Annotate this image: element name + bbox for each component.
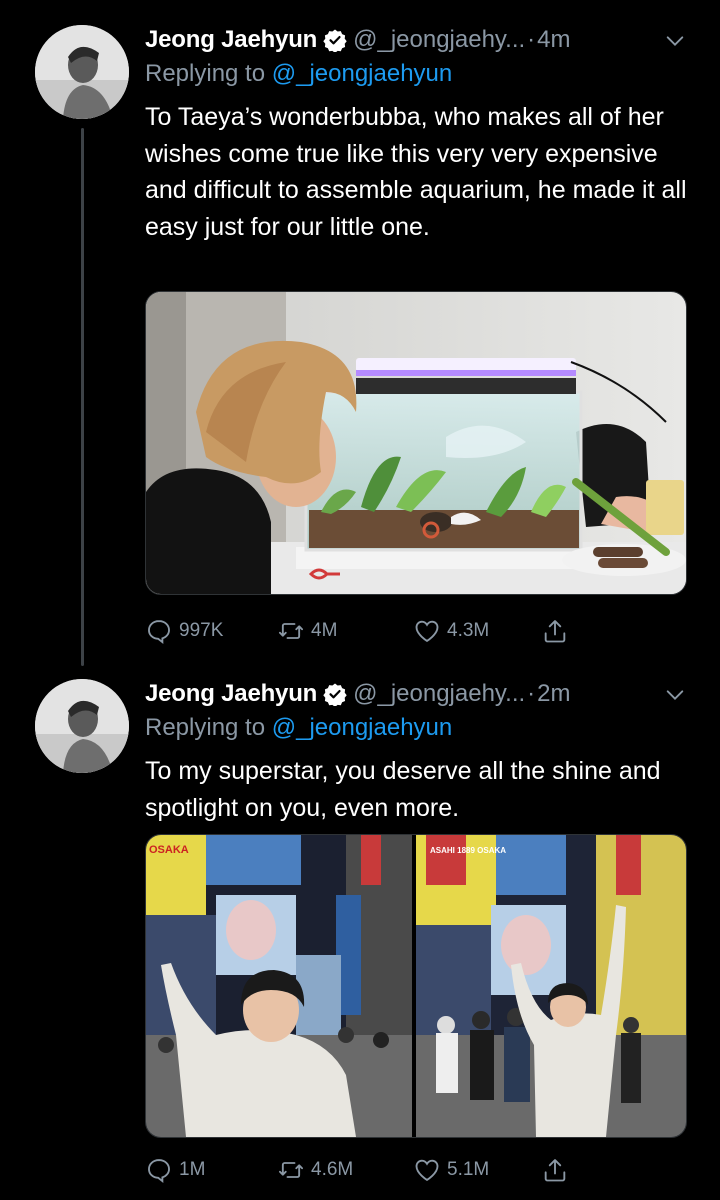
avatar[interactable] (35, 679, 129, 773)
tweet-actions: 1M 4.6M 5.1M (145, 1152, 685, 1188)
reply-icon (148, 1159, 170, 1183)
replying-to-label: Replying to (145, 714, 266, 741)
tweet-header: Jeong Jaehyun @_jeongjaehy... · 2m (145, 676, 690, 712)
display-name[interactable]: Jeong Jaehyun (145, 26, 317, 54)
sign-asahi: ASAHI 1889 OSAKA (430, 846, 506, 855)
mention-link[interactable]: @_jeongjaehyun (272, 714, 453, 741)
reply-count: 1M (179, 1159, 206, 1180)
retweet-icon (278, 1162, 304, 1178)
share-button[interactable] (541, 1152, 575, 1188)
share-button[interactable] (541, 613, 575, 649)
chevron-down-icon[interactable] (664, 30, 686, 52)
retweet-button[interactable]: 4M (277, 613, 337, 649)
like-count: 5.1M (447, 1159, 490, 1180)
display-name[interactable]: Jeong Jaehyun (145, 680, 317, 708)
mention-link[interactable]: @_jeongjaehyun (272, 60, 453, 87)
reply-button[interactable]: 997K (145, 613, 223, 649)
like-button[interactable]: 4.3M (413, 613, 489, 649)
avatar-photo (35, 25, 129, 119)
photo-osaka-right[interactable]: ASAHI 1889 OSAKA (416, 835, 686, 1137)
photo-aquarium (146, 292, 686, 594)
verified-icon (323, 29, 347, 52)
replying-to-label: Replying to (145, 60, 266, 87)
replying-to: Replying to @_jeongjaehyun (145, 714, 452, 742)
like-count: 4.3M (447, 620, 490, 641)
tweet-actions: 997K 4M 4.3M (145, 613, 685, 649)
retweet-count: 4.6M (311, 1159, 354, 1180)
avatar-photo (35, 679, 129, 773)
reply-button[interactable]: 1M (145, 1152, 205, 1188)
like-icon (415, 1159, 439, 1182)
tweet-text: To Taeya’s wonderbubba, who makes all of… (145, 103, 687, 241)
retweet-button[interactable]: 4.6M (277, 1152, 353, 1188)
reply-count: 997K (179, 620, 224, 641)
user-handle[interactable]: @_jeongjaehy... (353, 680, 525, 708)
like-button[interactable]: 5.1M (413, 1152, 489, 1188)
like-icon (415, 620, 439, 643)
sign-osaka: OSAKA (149, 844, 189, 856)
tweet-text: To my superstar, you deserve all the shi… (145, 757, 661, 822)
tweet-2[interactable]: Jeong Jaehyun @_jeongjaehy... · 2m Reply… (0, 676, 720, 1196)
share-icon (544, 620, 566, 643)
share-icon (544, 1159, 566, 1182)
tweet-image-grid: OSAKA ASAHI 1889 OSAKA (145, 834, 687, 1138)
tweet-1[interactable]: Jeong Jaehyun @_jeongjaehy... · 4m Reply… (0, 22, 720, 662)
timestamp[interactable]: 4m (537, 26, 570, 54)
retweet-icon (278, 623, 304, 639)
user-handle[interactable]: @_jeongjaehy... (353, 26, 525, 54)
tweet-image[interactable] (145, 291, 687, 595)
reply-icon (148, 620, 170, 644)
avatar[interactable] (35, 25, 129, 119)
photo-osaka-left[interactable]: OSAKA (146, 835, 412, 1137)
retweet-count: 4M (311, 620, 338, 641)
timestamp[interactable]: 2m (537, 680, 570, 708)
chevron-down-icon[interactable] (664, 684, 686, 706)
replying-to: Replying to @_jeongjaehyun (145, 60, 452, 88)
separator-dot: · (527, 26, 536, 53)
separator-dot: · (527, 680, 536, 707)
verified-icon (323, 683, 347, 706)
tweet-header: Jeong Jaehyun @_jeongjaehy... · 4m (145, 22, 690, 58)
